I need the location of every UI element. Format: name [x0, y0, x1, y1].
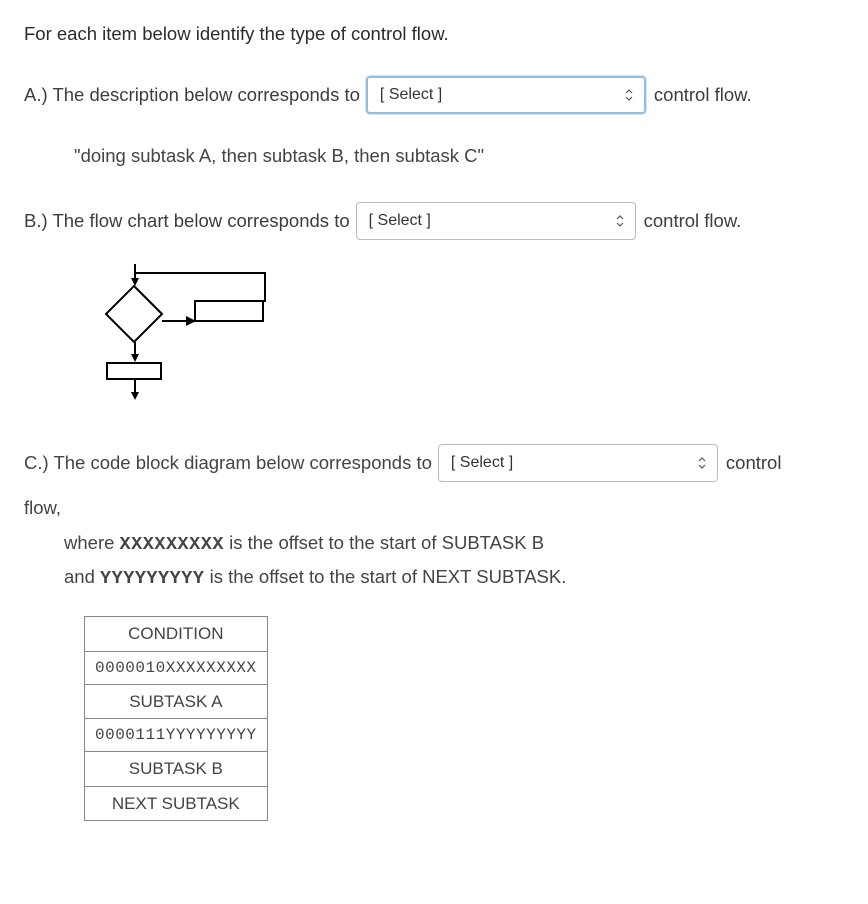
table-row: 0000111YYYYYYYYY — [85, 719, 268, 752]
where2-mono: YYYYYYYYY — [100, 568, 204, 589]
table-row: 0000010XXXXXXXXX — [85, 651, 268, 684]
chevron-updown-icon — [697, 456, 707, 470]
chevron-updown-icon — [615, 214, 625, 228]
item-c-row: C.) The code block diagram below corresp… — [24, 444, 844, 482]
flowchart-diagram — [84, 264, 284, 404]
table-row: SUBTASK B — [85, 752, 268, 787]
item-c-where-block: where XXXXXXXXX is the offset to the sta… — [64, 527, 844, 594]
where1-post: is the offset to the start of SUBTASK B — [224, 532, 544, 553]
item-c-select[interactable]: [ Select ] — [438, 444, 718, 482]
arrow-icon — [162, 308, 196, 335]
select-placeholder: [ Select ] — [369, 209, 431, 233]
item-a-suffix: control flow. — [654, 81, 752, 109]
item-c-flow-word: flow, — [24, 494, 844, 522]
select-placeholder: [ Select ] — [380, 83, 442, 107]
item-a-quote: "doing subtask A, then subtask B, then s… — [74, 142, 844, 170]
diamond-icon — [104, 284, 164, 344]
intro-text: For each item below identify the type of… — [24, 20, 844, 48]
select-placeholder: [ Select ] — [451, 451, 513, 475]
item-a-row: A.) The description below corresponds to… — [24, 76, 844, 114]
item-a-prefix: A.) The description below corresponds to — [24, 81, 360, 109]
where-line-1: where XXXXXXXXX is the offset to the sta… — [64, 527, 844, 560]
item-c-prefix: C.) The code block diagram below corresp… — [24, 449, 432, 477]
item-b-select[interactable]: [ Select ] — [356, 202, 636, 240]
code-block-table: CONDITION 0000010XXXXXXXXX SUBTASK A 000… — [84, 616, 268, 821]
where1-mono: XXXXXXXXX — [120, 534, 224, 555]
table-row: CONDITION — [85, 617, 268, 652]
where1-pre: where — [64, 532, 120, 553]
table-row: SUBTASK A — [85, 684, 268, 719]
item-a-select[interactable]: [ Select ] — [366, 76, 646, 114]
item-b-suffix: control flow. — [644, 207, 742, 235]
arrow-icon — [131, 380, 139, 410]
flowchart-box — [194, 300, 264, 322]
where2-post: is the offset to the start of NEXT SUBTA… — [204, 566, 566, 587]
chevron-updown-icon — [624, 88, 634, 102]
flowchart-box — [106, 362, 162, 380]
item-b-prefix: B.) The flow chart below corresponds to — [24, 207, 350, 235]
table-row: NEXT SUBTASK — [85, 786, 268, 821]
where2-pre: and — [64, 566, 100, 587]
item-c-suffix: control — [726, 449, 782, 477]
where-line-2: and YYYYYYYYY is the offset to the start… — [64, 561, 844, 594]
item-b-row: B.) The flow chart below corresponds to … — [24, 202, 844, 240]
